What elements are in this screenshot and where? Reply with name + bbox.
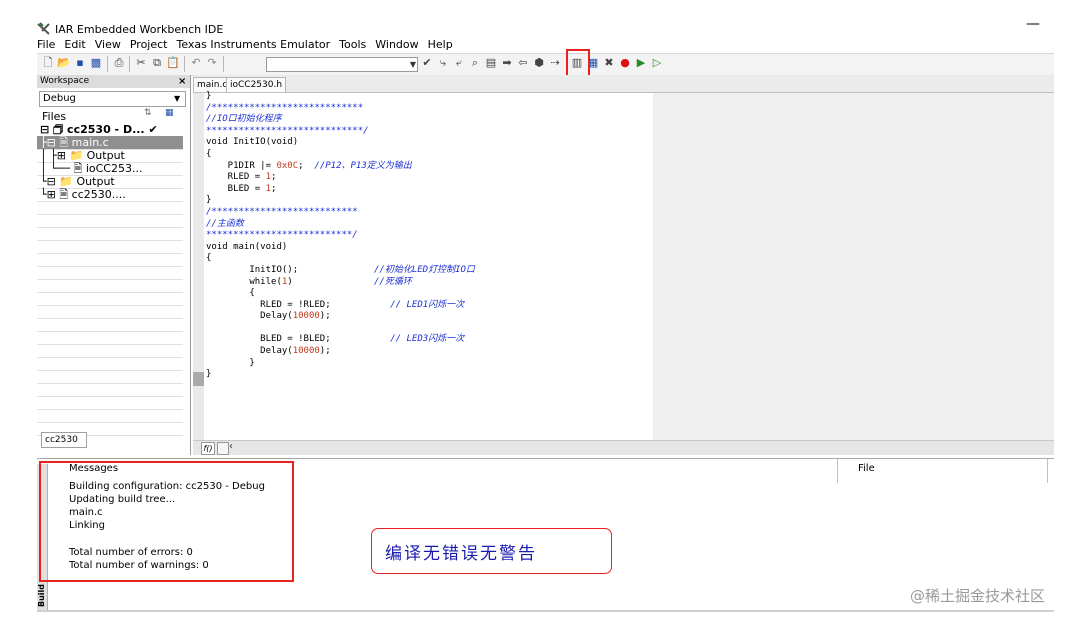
close-icon[interactable]: ×: [178, 75, 186, 88]
tree-item[interactable]: │ └── 🗎 ioCC253...: [37, 162, 183, 176]
save-icon[interactable]: ▪: [73, 56, 87, 70]
stop-build-icon[interactable]: ✖: [602, 56, 616, 70]
menu-tools[interactable]: Tools: [339, 38, 366, 52]
prev-bookmark-icon[interactable]: ⤷: [436, 56, 450, 70]
file-column-header[interactable]: File: [858, 463, 875, 474]
menu-help[interactable]: Help: [428, 38, 453, 52]
watermark: @稀土掘金技术社区: [910, 587, 1046, 605]
tree-empty-row: [37, 383, 183, 397]
menu-bar: File Edit View Project Texas Instruments…: [37, 38, 453, 52]
navigate-forward-icon[interactable]: ➡: [500, 56, 514, 70]
code-editor[interactable]: } /**************************** //IO口初始化…: [193, 91, 653, 440]
new-file-icon[interactable]: 🗋: [41, 56, 55, 70]
menu-window[interactable]: Window: [375, 38, 418, 52]
tree-empty-row: [37, 214, 183, 228]
config-options-icon[interactable]: ▦: [165, 108, 174, 118]
chevron-down-icon[interactable]: ▼: [174, 92, 180, 106]
find-combo[interactable]: ▼: [266, 57, 418, 72]
tab-iocc2530-h[interactable]: ioCC2530.h: [226, 77, 287, 92]
open-folder-icon[interactable]: 📂: [57, 56, 71, 70]
tree-item[interactable]: ├⊟ 🗎 main.c: [37, 136, 183, 150]
tree-empty-row: [37, 253, 183, 267]
column-divider[interactable]: [837, 459, 838, 483]
tree-item-label: ├⊟ 🗎 main.c: [40, 136, 109, 149]
tree-item-label: └⊟ 📁 Output: [40, 175, 115, 188]
source-code[interactable]: } /**************************** //IO口初始化…: [206, 91, 475, 381]
tree-empty-row: [37, 240, 183, 254]
menu-project[interactable]: Project: [130, 38, 168, 52]
gutter-marker: [193, 372, 204, 386]
tree-item-label: │ ├⊞ 📁 Output: [40, 149, 125, 162]
annotation-callout: 编译无错误无警告: [371, 528, 612, 574]
breakpoint-icon[interactable]: ●: [618, 56, 632, 70]
tree-item[interactable]: └⊞ 🗎 cc2530....: [37, 188, 183, 202]
toggle-bookmark-icon[interactable]: ✔: [420, 56, 434, 70]
tree-empty-row: [37, 396, 183, 410]
tree-item-label: ⊟ 🗇 cc2530 - D... ✔: [40, 123, 158, 136]
tree-item-label: └⊞ 🗎 cc2530....: [40, 188, 126, 201]
tree-empty-row: [37, 370, 183, 384]
workspace-header: Workspace ×: [37, 75, 190, 88]
goto-icon[interactable]: ▤: [484, 56, 498, 70]
minimize-button[interactable]: —: [1018, 16, 1048, 32]
menu-edit[interactable]: Edit: [64, 38, 85, 52]
download-debug-icon[interactable]: ▷: [650, 56, 664, 70]
tree-empty-row: [37, 305, 183, 319]
editor-empty-area: [653, 93, 1054, 440]
tree-empty-row: [37, 331, 183, 345]
tree-item[interactable]: └⊟ 📁 Output: [37, 175, 183, 189]
menu-view[interactable]: View: [95, 38, 121, 52]
iar-logo-icon: [37, 22, 50, 35]
copy-icon[interactable]: ⧉: [150, 56, 164, 70]
save-all-icon[interactable]: ▩: [89, 56, 103, 70]
print-icon[interactable]: ⎙: [112, 56, 126, 70]
next-bookmark-icon[interactable]: ⤶: [452, 56, 466, 70]
tree-empty-row: [37, 357, 183, 371]
tree-empty-row: [37, 227, 183, 241]
workspace-title: Workspace: [40, 76, 90, 86]
navigate-back-icon[interactable]: ⇦: [516, 56, 530, 70]
tree-empty-row: [37, 292, 183, 306]
chevron-down-icon[interactable]: ▼: [410, 58, 416, 71]
tree-empty-row: [37, 201, 183, 215]
redo-icon[interactable]: ↷: [205, 56, 219, 70]
workspace-tab-cc2530[interactable]: cc2530: [41, 432, 87, 448]
tree-empty-row: [37, 266, 183, 280]
function-navigator-button[interactable]: f(): [201, 442, 215, 455]
tree-empty-row: [37, 344, 183, 358]
menu-file[interactable]: File: [37, 38, 55, 52]
debug-icon[interactable]: ▶: [634, 56, 648, 70]
configuration-select[interactable]: Debug ▼: [39, 91, 186, 107]
configuration-value: Debug: [43, 93, 76, 104]
file-tree: ⊟ 🗇 cc2530 - D... ✔ ├⊟ 🗎 main.c │ ├⊞ 📁 Out…: [37, 123, 183, 478]
tree-item[interactable]: ⊟ 🗇 cc2530 - D... ✔: [37, 123, 183, 137]
toggle-breakpoint-icon[interactable]: ⬢: [532, 56, 546, 70]
messages-highlight: [39, 461, 294, 582]
build-tab-label: Build: [37, 584, 46, 608]
annotation-text: 编译无错误无警告: [385, 544, 537, 564]
tree-empty-row: [37, 279, 183, 293]
scroll-box[interactable]: [217, 442, 229, 455]
horizontal-scrollbar[interactable]: f() ‹: [193, 440, 1054, 455]
find-in-files-icon[interactable]: ⌕: [468, 56, 482, 70]
undo-icon[interactable]: ↶: [189, 56, 203, 70]
tree-item-label: │ └── 🗎 ioCC253...: [40, 162, 143, 175]
window-title: IAR Embedded Workbench IDE: [55, 23, 224, 36]
column-divider[interactable]: [1047, 459, 1048, 483]
status-divider: [37, 610, 1054, 612]
workspace-tab-label: cc2530: [45, 435, 78, 445]
files-column-header: Files: [42, 110, 67, 123]
sort-icon[interactable]: ⇅: [144, 108, 152, 118]
tree-empty-row: [37, 318, 183, 332]
paste-icon[interactable]: 📋: [166, 56, 180, 70]
tree-empty-row: [37, 409, 183, 423]
scroll-left-icon[interactable]: ‹: [229, 441, 233, 452]
workspace-panel: Workspace × Debug ▼ Files ⇅ ▦ ⊟ 🗇 cc2530…: [37, 75, 191, 455]
editor-gutter[interactable]: [193, 93, 204, 440]
step-icon[interactable]: ⇢: [548, 56, 562, 70]
tree-item[interactable]: │ ├⊞ 📁 Output: [37, 149, 183, 163]
cut-icon[interactable]: ✂: [134, 56, 148, 70]
menu-ti-emulator[interactable]: Texas Instruments Emulator: [176, 38, 330, 52]
